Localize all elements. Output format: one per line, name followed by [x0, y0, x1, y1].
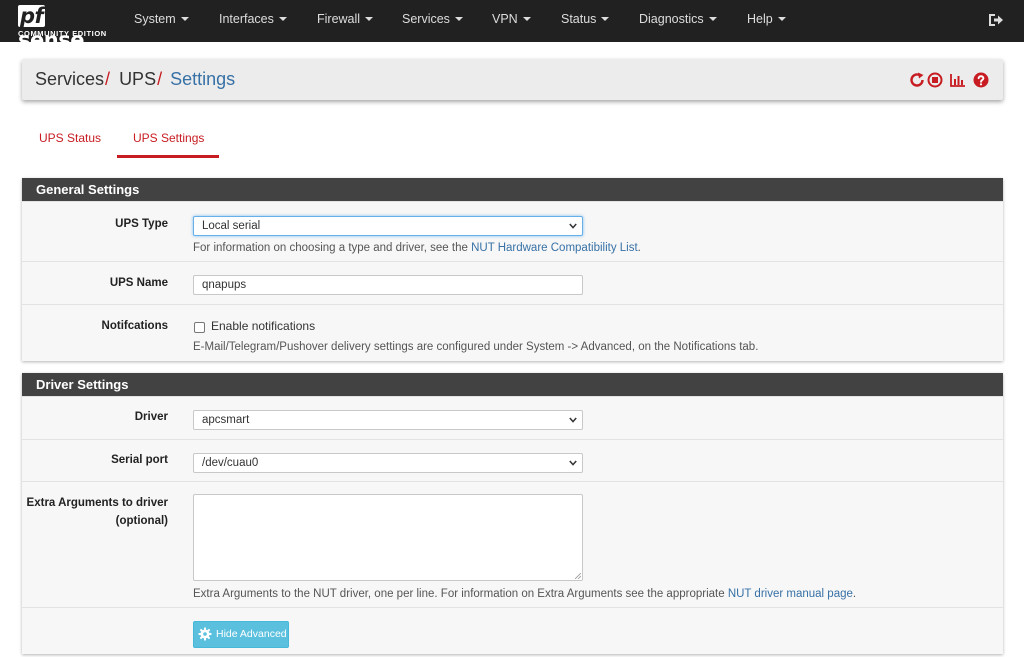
ups-type-row: UPS Type Local serial For information on…	[22, 201, 1003, 261]
breadcrumb-services[interactable]: Services	[35, 69, 104, 89]
active-tab-indicator	[117, 155, 219, 158]
extra-arguments-help: Extra Arguments to the NUT driver, one p…	[193, 588, 857, 600]
nav-firewall[interactable]: Firewall	[317, 12, 374, 26]
service-controls	[909, 72, 991, 88]
chevron-down-icon	[569, 417, 577, 423]
nut-driver-manual-link[interactable]: NUT driver manual page	[728, 588, 853, 600]
serial-port-row: Serial port /dev/cuau0	[22, 439, 1003, 481]
ups-name-label: UPS Name	[109, 277, 168, 289]
nav-interfaces[interactable]: Interfaces	[219, 12, 287, 26]
nav-vpn[interactable]: VPN	[492, 12, 531, 26]
page-title[interactable]: Settings	[170, 69, 235, 89]
nav-system[interactable]: System	[134, 12, 189, 26]
breadcrumb-ups[interactable]: UPS	[119, 69, 156, 89]
ups-name-input[interactable]: qnapups	[193, 275, 583, 295]
caret-down-icon	[365, 16, 374, 21]
chevron-down-icon	[569, 223, 577, 229]
nav-services[interactable]: Services	[402, 12, 463, 26]
help-icon[interactable]	[973, 72, 989, 88]
breadcrumb: Services/ UPS/Settings	[35, 69, 235, 90]
resize-grip-icon[interactable]	[575, 573, 581, 579]
gear-icon	[198, 627, 212, 641]
extra-arguments-textarea[interactable]	[193, 494, 583, 581]
extra-arguments-row: Extra Arguments to driver (optional) Ext…	[22, 481, 1003, 607]
chevron-down-icon	[569, 460, 577, 466]
advanced-row: Hide Advanced	[22, 607, 1003, 654]
nut-compatibility-link[interactable]: NUT Hardware Compatibility List	[471, 242, 638, 254]
driver-label: Driver	[134, 411, 168, 423]
driver-row: Driver apcsmart	[22, 396, 1003, 439]
notifications-row: Notifcations Enable notifications E-Mail…	[22, 304, 1003, 361]
enable-notifications-label[interactable]: Enable notifications	[211, 319, 315, 333]
driver-settings-panel: Driver Settings Driver apcsmart Serial p…	[22, 373, 1003, 654]
caret-down-icon	[180, 16, 189, 21]
caret-down-icon	[522, 16, 531, 21]
breadcrumb-separator: /	[105, 69, 111, 89]
ups-name-row: UPS Name qnapups	[22, 261, 1003, 304]
nav-status[interactable]: Status	[561, 12, 610, 26]
ups-type-label: UPS Type	[115, 218, 168, 230]
nav-diagnostics[interactable]: Diagnostics	[639, 12, 717, 26]
caret-down-icon	[454, 16, 463, 21]
tab-ups-status[interactable]: UPS Status	[39, 131, 101, 145]
breadcrumb-panel: Services/ UPS/Settings	[22, 59, 1003, 100]
hide-advanced-button[interactable]: Hide Advanced	[193, 621, 289, 648]
ups-type-select[interactable]: Local serial	[193, 216, 583, 236]
caret-down-icon	[708, 16, 717, 21]
logo-prefix: pf	[18, 4, 46, 28]
stop-service-icon[interactable]	[927, 72, 943, 88]
caret-down-icon	[601, 16, 610, 21]
logo-edition: COMMUNITY EDITION	[18, 29, 107, 38]
caret-down-icon	[278, 16, 287, 21]
ups-type-help: For information on choosing a type and d…	[193, 242, 641, 254]
general-settings-panel: General Settings UPS Type Local serial F…	[22, 178, 1003, 361]
notifications-label: Notifcations	[101, 320, 168, 332]
top-navbar: pfsense COMMUNITY EDITION System Interfa…	[0, 0, 1024, 52]
caret-down-icon	[777, 16, 786, 21]
enable-notifications-checkbox[interactable]	[194, 322, 205, 333]
panel-title: Driver Settings	[22, 373, 1003, 396]
extra-arguments-label: Extra Arguments to driver (optional)	[26, 497, 168, 527]
driver-select[interactable]: apcsmart	[193, 410, 583, 430]
panel-title: General Settings	[22, 178, 1003, 201]
status-chart-icon[interactable]	[950, 72, 966, 88]
notifications-help: E-Mail/Telegram/Pushover delivery settin…	[193, 341, 759, 353]
nav-help[interactable]: Help	[747, 12, 786, 26]
pfsense-logo[interactable]: pfsense COMMUNITY EDITION	[18, 4, 110, 52]
sign-out-icon[interactable]	[987, 11, 1005, 29]
restart-service-icon[interactable]	[909, 72, 925, 88]
serial-port-label: Serial port	[111, 454, 168, 466]
serial-port-select[interactable]: /dev/cuau0	[193, 453, 583, 473]
breadcrumb-separator: /	[157, 69, 163, 89]
tab-ups-settings[interactable]: UPS Settings	[133, 131, 204, 145]
